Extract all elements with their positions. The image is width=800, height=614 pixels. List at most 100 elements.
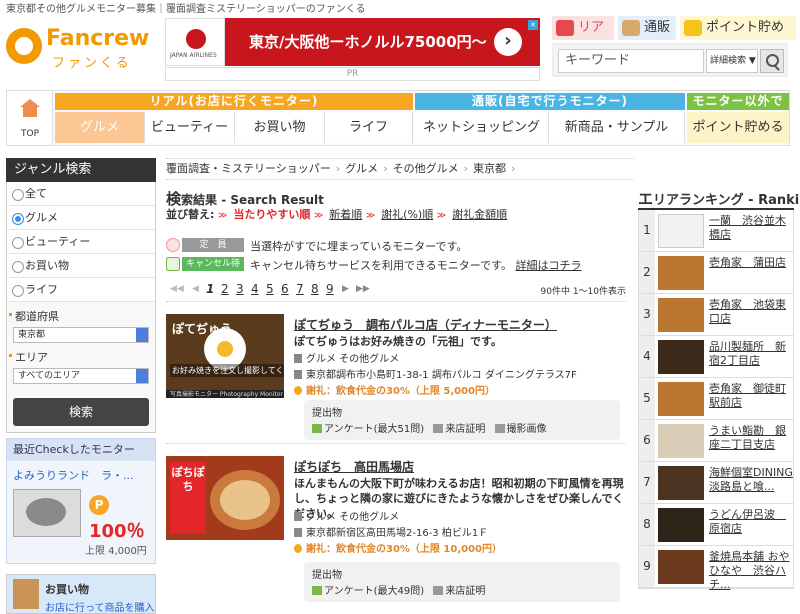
search-icon[interactable] — [760, 49, 784, 73]
item-address: 東京都新宿区高田馬場2-16-3 柏ビル1Ｆ — [294, 524, 488, 539]
last-page-icon[interactable]: ▶▶ — [356, 284, 370, 294]
genre-radio-all[interactable]: 全て — [7, 182, 155, 206]
breadcrumb-item[interactable]: 東京都 — [473, 162, 506, 175]
recent-monitor-name[interactable]: よみうりランド ラ・... — [7, 461, 155, 483]
nav-item-shopping[interactable]: お買い物 — [235, 112, 325, 143]
recent-monitor-thumbnail[interactable] — [13, 489, 81, 537]
nav-item-points[interactable]: ポイント貯める — [687, 112, 789, 143]
next-page-icon[interactable]: ▶ — [342, 284, 349, 294]
ranking-number: 5 — [639, 378, 655, 419]
ranking-list: 1 一蘭 渋谷並木橋店 2 壱角家 蒲田店 3 壱角家 池袋東口店 4 品川製麺所 新宿… — [638, 210, 794, 591]
fancrew-logo[interactable]: Fancrew ファンくる — [6, 24, 156, 71]
ranking-item[interactable]: 2 壱角家 蒲田店 — [639, 252, 793, 294]
ranking-number: 1 — [639, 210, 655, 251]
item-title[interactable]: ぽちぽち 高田馬場店 — [294, 458, 414, 475]
cancel-wait-icon — [166, 257, 180, 271]
page-number[interactable]: 6 — [281, 282, 289, 296]
cancel-wait-text: キャンセル待ちサービスを利用できるモニターです。 — [250, 259, 513, 272]
shopping-banner-title: お買い物 — [45, 583, 89, 596]
ranking-item[interactable]: 6 うまい鮨勘 銀座二丁目支店 — [639, 420, 793, 462]
results-heading-text: 索結果 - Search Result — [181, 193, 324, 207]
full-icon — [166, 238, 180, 252]
search-detail-select[interactable]: 詳細検索 ▼ — [706, 49, 758, 73]
ranking-item[interactable]: 4 品川製麺所 新宿2丁目店 — [639, 336, 793, 378]
ranking-thumbnail — [658, 256, 704, 290]
genre-search-button[interactable]: 検索 — [13, 398, 149, 426]
search-input[interactable]: キーワード — [558, 49, 704, 73]
item-reward-text: 謝礼：飲食代金の30%（上限 5,000円） — [306, 386, 496, 397]
ranking-thumbnail — [658, 340, 704, 374]
page-number[interactable]: 4 — [251, 282, 259, 296]
ad-banner[interactable]: JAPAN AIRLINES 東京/大阪他ーホノルル75000円〜 › ✕ — [165, 18, 540, 66]
pager: ◀◀ ◀ 1 2 3 4 5 6 7 8 9 ▶ ▶▶ 90件中 1〜10件表示 — [166, 278, 626, 302]
recent-monitor-reward-pct: 100％ — [89, 521, 145, 542]
shopping-banner[interactable]: お買い物 お店に行って商品を購入 — [6, 574, 156, 614]
page-number[interactable]: 2 — [221, 282, 229, 296]
ranking-name: 一蘭 渋谷並木橋店 — [709, 214, 786, 241]
genre-radio-shopping[interactable]: お買い物 — [7, 254, 155, 278]
sort-arrow-icon: ≫ — [313, 211, 324, 221]
ranking-item[interactable]: 1 一蘭 渋谷並木橋店 — [639, 210, 793, 252]
reward-icon — [294, 544, 302, 553]
genre-radio-gourmet[interactable]: グルメ — [7, 206, 155, 230]
sort-option-reward-amount[interactable]: 謝礼金額順 — [452, 208, 507, 221]
tab-real[interactable]: リアル — [552, 16, 614, 59]
ranking-item[interactable]: 8 うどん伊呂波 原宿店 — [639, 504, 793, 546]
sort-option-new[interactable]: 新着順 — [329, 208, 362, 221]
cancel-wait-badge: キャンセル待ち — [182, 257, 244, 283]
ranking-item[interactable]: 9 釜焼鳥本舗 おやひなや 渋谷ハチ... — [639, 546, 793, 591]
list-item: ぽてぢゅう お好み焼きを注文し撮影してください。 写真撮影モニター Photog… — [166, 314, 626, 444]
nav-item-new-products[interactable]: 新商品・サンプル — [549, 112, 685, 143]
sort-option-easy[interactable]: 当たりやすい順 — [233, 208, 310, 221]
breadcrumb-item[interactable]: その他グルメ — [393, 162, 459, 175]
nav-item-life[interactable]: ライフ — [325, 112, 413, 143]
result-count: 90件中 1〜10件表示 — [540, 287, 627, 297]
page-number[interactable]: 9 — [326, 282, 334, 296]
recent-monitor-title: 最近Checkしたモニター — [7, 439, 155, 461]
item-title[interactable]: ぽてぢゅう 調布パルコ店（ディナーモニター） — [294, 316, 557, 333]
pref-select[interactable]: 東京都 — [13, 327, 149, 343]
ranking-item[interactable]: 7 海鮮個室DINING 淡路島と喰... — [639, 462, 793, 504]
ranking-item[interactable]: 3 壱角家 池袋東口店 — [639, 294, 793, 336]
genre-search-title: ジャンル検索 — [6, 158, 156, 182]
genre-radio-beauty[interactable]: ビューティー — [7, 230, 155, 254]
first-page-icon[interactable]: ◀◀ — [170, 284, 184, 294]
full-text: 当選枠がすでに埋まっているモニターです。 — [250, 240, 468, 253]
breadcrumb-item[interactable]: グルメ — [345, 162, 378, 175]
ranking-thumbnail — [658, 214, 704, 248]
nav-item-gourmet[interactable]: グルメ — [55, 112, 145, 143]
ranking-number: 7 — [639, 462, 655, 503]
item-thumbnail[interactable]: ぽちぽち — [166, 456, 284, 540]
area-select[interactable]: すべてのエリア — [13, 368, 149, 384]
ranking-item[interactable]: 5 壱角家 御徒町駅前店 — [639, 378, 793, 420]
page-number[interactable]: 7 — [296, 282, 304, 296]
home-icon — [20, 99, 40, 117]
genre-radio-life[interactable]: ライフ — [7, 278, 155, 302]
cancel-wait-detail-link[interactable]: 詳細はコチラ — [516, 259, 582, 272]
ranking-number: 6 — [639, 420, 655, 461]
camera-icon — [494, 424, 505, 433]
page-number[interactable]: 3 — [236, 282, 244, 296]
nav-item-beauty[interactable]: ビューティー — [145, 112, 235, 143]
header-search: キーワード 詳細検索 ▼ — [552, 43, 788, 77]
item-address-text: 東京都新宿区高田馬場2-16-3 柏ビル1Ｆ — [306, 528, 489, 539]
ad-arrow-icon[interactable]: › — [494, 28, 522, 56]
tab-online[interactable]: 通販 — [618, 16, 676, 40]
chevron-right-icon: › — [383, 162, 388, 175]
receipt-icon — [433, 424, 444, 433]
prev-page-icon[interactable]: ◀ — [192, 284, 199, 294]
nav-category-real: リアル(お店に行くモニター) — [55, 93, 413, 110]
page-number[interactable]: 8 — [311, 282, 319, 296]
ad-close-icon[interactable]: ✕ — [528, 20, 538, 30]
list-item: ぽちぽち ぽちぽち 高田馬場店 ほんまもんの大阪下町が味わえるお店！昭和初期の下… — [166, 456, 626, 614]
page-number[interactable]: 5 — [266, 282, 274, 296]
item-thumbnail[interactable]: ぽてぢゅう お好み焼きを注文し撮影してください。 写真撮影モニター Photog… — [166, 314, 284, 398]
sort-option-reward-pct[interactable]: 謝礼(%)順 — [381, 208, 433, 221]
submit-survey-text: アンケート(最大49問) — [324, 586, 425, 597]
nav-top[interactable]: TOP — [7, 91, 53, 145]
tab-points[interactable]: ポイント貯める — [680, 16, 796, 59]
ad-airline-logo-text: JAPAN AIRLINES — [170, 52, 217, 59]
page-number[interactable]: 1 — [206, 282, 214, 296]
breadcrumb-item[interactable]: 覆面調査・ミステリーショッパー — [166, 162, 331, 175]
nav-item-net-shopping[interactable]: ネットショッピング — [415, 112, 549, 143]
